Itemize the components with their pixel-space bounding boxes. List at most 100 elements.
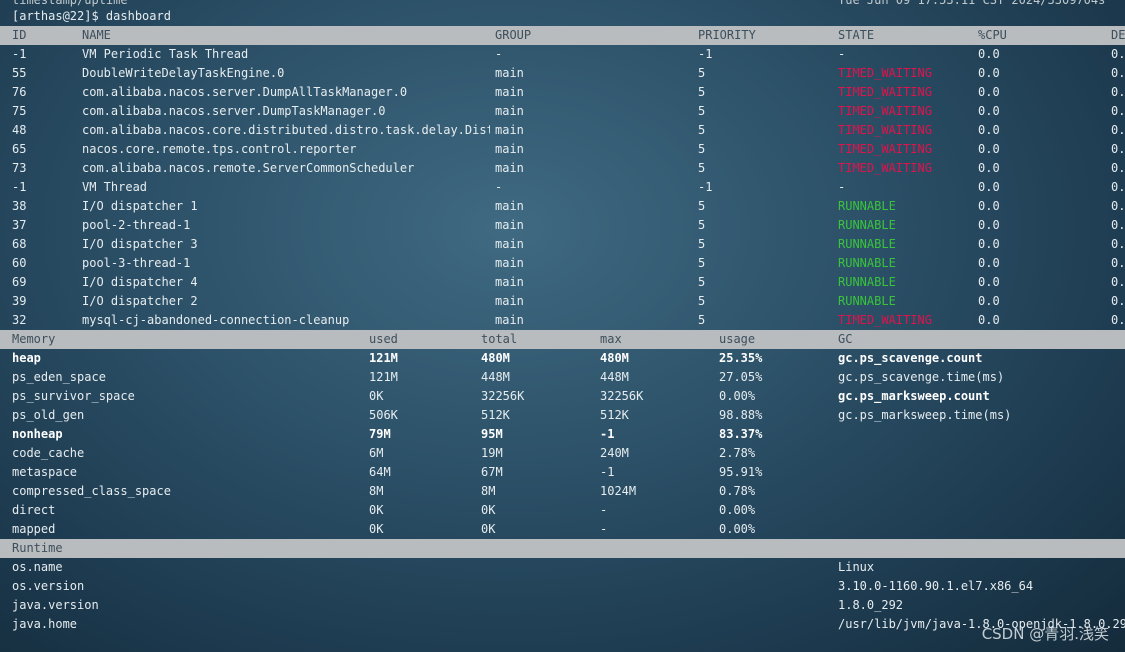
thread-cpu: 0.0 (978, 142, 1000, 156)
thread-cpu: 0.0 (978, 180, 1000, 194)
memory-usage: 0.78% (719, 484, 756, 498)
memory-max: 240M (600, 446, 629, 460)
thread-state: TIMED_WAITING (838, 313, 932, 327)
thread-cpu: 0.0 (978, 275, 1000, 289)
thread-name: I/O dispatcher 2 (82, 294, 198, 308)
thread-priority: 5 (698, 294, 706, 308)
memory-total: 448M (481, 370, 510, 384)
thread-name: I/O dispatcher 3 (82, 237, 198, 251)
memory-usage: 25.35% (719, 351, 763, 365)
memory-name: heap (12, 351, 41, 365)
thread-name: mysql-cj-abandoned-connection-cleanup (82, 313, 350, 327)
terminal-window[interactable]: timestamp/uptime Tue Jun 09 17:53:11 CST… (0, 0, 1125, 652)
memory-max: -1 (600, 465, 615, 479)
memory-name: ps_survivor_space (12, 389, 135, 403)
thread-row: -1 VM Periodic Task Thread - -1 - 0.0 0. (0, 45, 1125, 64)
memory-used: 121M (369, 370, 398, 384)
memory-usage: 98.88% (719, 408, 763, 422)
thread-name: com.alibaba.nacos.server.DumpTaskManager… (82, 104, 386, 118)
col-header-used: used (369, 332, 398, 346)
thread-name: pool-2-thread-1 (82, 218, 191, 232)
memory-name: metaspace (12, 465, 78, 479)
memory-name: direct (12, 503, 56, 517)
thread-delta: 0. (1111, 218, 1125, 232)
thread-name: VM Periodic Task Thread (82, 47, 249, 61)
thread-cpu: 0.0 (978, 313, 1000, 327)
gc-metric: gc.ps_marksweep.count (838, 389, 990, 403)
col-header-usage: usage (719, 332, 756, 346)
thread-priority: -1 (698, 47, 713, 61)
thread-state: RUNNABLE (838, 218, 896, 232)
memory-row: mapped 0K 0K - 0.00% (0, 520, 1125, 539)
memory-usage: 0.00% (719, 389, 756, 403)
memory-usage: 2.78% (719, 446, 756, 460)
thread-name: I/O dispatcher 4 (82, 275, 198, 289)
thread-name: com.alibaba.nacos.core.distributed.distr… (82, 123, 490, 137)
thread-priority: 5 (698, 104, 706, 118)
thread-group: main (495, 294, 524, 308)
thread-row: 69 I/O dispatcher 4 main 5 RUNNABLE 0.0 0. (0, 273, 1125, 292)
thread-state: TIMED_WAITING (838, 123, 932, 137)
memory-max: 448M (600, 370, 629, 384)
thread-id: 73 (12, 161, 27, 175)
thread-priority: 5 (698, 123, 706, 137)
memory-row: ps_old_gen 506K 512K 512K 98.88% gc.ps_marksw… (0, 406, 1125, 425)
thread-delta: 0. (1111, 161, 1125, 175)
thread-state: RUNNABLE (838, 256, 896, 270)
thread-cpu: 0.0 (978, 123, 1000, 137)
memory-row: ps_eden_space 121M 448M 448M 27.05% gc.ps_sca… (0, 368, 1125, 387)
thread-group: main (495, 218, 524, 232)
memory-total: 0K (481, 522, 496, 536)
thread-delta: 0. (1111, 123, 1125, 137)
thread-cpu: 0.0 (978, 256, 1000, 270)
memory-used: 0K (369, 522, 384, 536)
thread-state: RUNNABLE (838, 237, 896, 251)
command-prompt-line: [arthas@22]$ dashboard (0, 7, 1125, 26)
memory-name: code_cache (12, 446, 85, 460)
thread-id: 68 (12, 237, 27, 251)
runtime-value: 1.8.0_292 (838, 598, 904, 612)
thread-name: VM Thread (82, 180, 148, 194)
runtime-key: os.name (12, 560, 63, 574)
memory-row: heap 121M 480M 480M 25.35% gc.ps_scavenge.cou… (0, 349, 1125, 368)
thread-priority: 5 (698, 218, 706, 232)
memory-name: ps_eden_space (12, 370, 106, 384)
memory-total: 0K (481, 503, 496, 517)
memory-name: nonheap (12, 427, 63, 441)
thread-cpu: 0.0 (978, 104, 1000, 118)
thread-priority: 5 (698, 199, 706, 213)
runtime-row: java.home/usr/lib/jvm/java-1.8.0-openjdk… (0, 615, 1125, 634)
thread-row: 75 com.alibaba.nacos.server.DumpTaskManag… (0, 102, 1125, 121)
thread-cpu: 0.0 (978, 161, 1000, 175)
memory-row: code_cache 6M 19M 240M 2.78% (0, 444, 1125, 463)
thread-row: -1 VM Thread - -1 - 0.0 0. (0, 178, 1125, 197)
memory-total: 67M (481, 465, 503, 479)
thread-delta: 0. (1111, 237, 1125, 251)
memory-used: 0K (369, 503, 384, 517)
thread-name: com.alibaba.nacos.remote.ServerCommonSch… (82, 161, 415, 175)
thread-id: -1 (12, 180, 27, 194)
thread-delta: 0. (1111, 275, 1125, 289)
thread-delta: 0. (1111, 294, 1125, 308)
memory-usage: 27.05% (719, 370, 763, 384)
thread-id: 69 (12, 275, 27, 289)
thread-name: I/O dispatcher 1 (82, 199, 198, 213)
thread-cpu: 0.0 (978, 66, 1000, 80)
thread-group: main (495, 104, 524, 118)
memory-usage: 0.00% (719, 503, 756, 517)
runtime-key: java.version (12, 598, 99, 612)
thread-row: 38 I/O dispatcher 1 main 5 RUNNABLE 0.0 0. (0, 197, 1125, 216)
col-header-memory: Memory (12, 332, 56, 346)
thread-group: main (495, 66, 524, 80)
thread-state: TIMED_WAITING (838, 161, 932, 175)
col-header-cpu: %CPU (978, 28, 1007, 42)
memory-name: compressed_class_space (12, 484, 171, 498)
gc-metric: gc.ps_scavenge.time(ms) (838, 370, 1005, 384)
thread-row: 37 pool-2-thread-1 main 5 RUNNABLE 0.0 0. (0, 216, 1125, 235)
thread-group: main (495, 237, 524, 251)
thread-row: 60 pool-3-thread-1 main 5 RUNNABLE 0.0 0. (0, 254, 1125, 273)
thread-id: 60 (12, 256, 27, 270)
gc-metric: gc.ps_marksweep.time(ms) (838, 408, 1012, 422)
memory-row: ps_survivor_space 0K 32256K 32256K 0.00% gc.p… (0, 387, 1125, 406)
thread-priority: 5 (698, 313, 706, 327)
